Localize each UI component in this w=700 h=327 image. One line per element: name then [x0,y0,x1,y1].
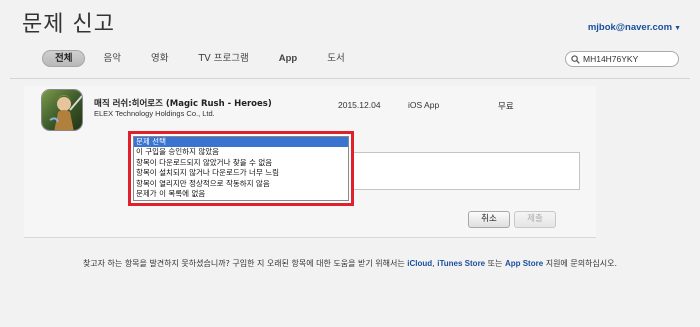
page-title: 문제 신고 [22,12,115,37]
problem-option[interactable]: 항목이 열리지만 정상적으로 작동하지 않음 [134,179,348,189]
app-name: 매직 러쉬:히어로즈 (Magic Rush - Heroes) [94,99,272,109]
app-icon [41,89,83,131]
tab-tv-shows[interactable]: TV 프로그램 [186,50,260,67]
header: 문제 신고 mjbok@naver.com ▼ 전체 음악 영화 TV 프로그램 … [0,0,700,78]
purchase-date: 2015.12.04 [338,100,381,110]
problem-select-highlight: 문제 선택 이 구입을 승인하지 않았음 항목이 다운로드되지 않았거나 찾을 … [128,131,354,206]
cancel-button[interactable]: 취소 [468,211,510,228]
submit-button[interactable]: 제출 [514,211,556,228]
search-input[interactable] [583,54,673,64]
problem-select-list[interactable]: 문제 선택 이 구입을 승인하지 않았음 항목이 다운로드되지 않았거나 찾을 … [133,136,349,201]
problem-option[interactable]: 항목이 설치되지 않거나 다운로드가 너무 느림 [134,168,348,178]
problem-option[interactable]: 항목이 다운로드되지 않았거나 찾을 수 없음 [134,158,348,168]
problem-option[interactable]: 문제 선택 [134,137,348,148]
problem-option[interactable]: 이 구입을 승인하지 않았음 [134,147,348,157]
price: 무료 [498,102,514,112]
category-tabs: 전체 음악 영화 TV 프로그램 App 도서 [42,48,363,68]
tab-books[interactable]: 도서 [315,50,356,67]
account-menu[interactable]: mjbok@naver.com ▼ [588,22,681,33]
divider [10,78,690,79]
app-store-link[interactable]: App Store [505,259,543,268]
icloud-link[interactable]: iCloud [407,259,432,268]
problem-option[interactable]: 문제가 이 목록에 없음 [134,189,348,199]
chevron-down-icon: ▼ [674,25,681,32]
itunes-store-link[interactable]: iTunes Store [437,259,485,268]
help-text-end: 지원에 문의하십시오. [543,259,618,268]
help-note: 찾고자 하는 항목을 발견하지 못하셨습니까? 구입한 지 오래된 항목에 대한… [0,258,700,269]
help-text: 찾고자 하는 항목을 발견하지 못하셨습니까? 구입한 지 오래된 항목에 대한… [82,259,408,268]
purchase-row: 매직 러쉬:히어로즈 (Magic Rush - Heroes) ELEX Te… [24,86,596,238]
help-separator: 또는 [485,259,505,268]
search-box[interactable] [565,51,679,67]
platform: iOS App [408,100,440,110]
search-icon [571,54,580,64]
tab-music[interactable]: 음악 [91,50,132,67]
tab-movies[interactable]: 영화 [139,50,180,67]
tab-app[interactable]: App [267,50,309,67]
tab-all[interactable]: 전체 [42,49,86,67]
developer-name: ELEX Technology Holdings Co., Ltd. [94,109,215,118]
account-email[interactable]: mjbok@naver.com [588,22,672,33]
